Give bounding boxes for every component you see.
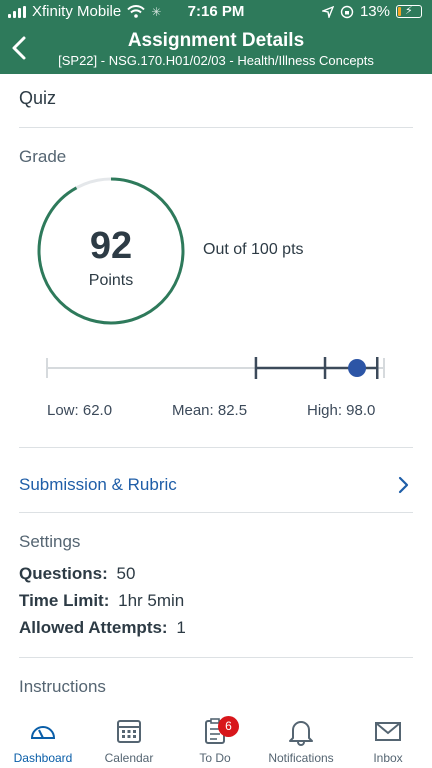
battery-icon: ⚡ — [396, 5, 422, 18]
divider — [19, 512, 413, 513]
grade-distribution-bar — [46, 357, 385, 379]
low-stat: Low: 62.0 — [47, 402, 113, 419]
attempts-row: Allowed Attempts: 1 — [19, 618, 186, 638]
dashboard-icon — [30, 726, 56, 739]
submission-rubric-label: Submission & Rubric — [19, 475, 177, 494]
app-header: Xfinity Mobile ✳ 7:16 PM 13% ⚡ Assignmen… — [0, 0, 432, 74]
time-limit-value: 1hr 5min — [118, 591, 185, 610]
divider — [19, 127, 413, 128]
tab-notifications[interactable]: Notifications — [258, 716, 344, 765]
score-marker — [348, 359, 367, 377]
settings-heading: Settings — [19, 532, 81, 551]
assignment-type-value: Quiz — [19, 88, 57, 108]
tab-todo-label: To Do — [199, 751, 231, 765]
tab-calendar-label: Calendar — [104, 751, 154, 765]
course-subtitle: [SP22] - NSG.170.H01/02/03 - Health/Illn… — [58, 53, 374, 68]
time-limit-label: Time Limit: — [19, 591, 110, 610]
tab-dashboard[interactable]: Dashboard — [0, 716, 86, 765]
questions-value: 50 — [116, 564, 136, 583]
grade-score: 92 — [89, 225, 133, 267]
tab-inbox[interactable]: Inbox — [345, 716, 431, 765]
page-title: Assignment Details — [127, 30, 305, 51]
status-bar: Xfinity Mobile ✳ 7:16 PM 13% ⚡ — [0, 0, 432, 24]
battery-percent: 13% — [359, 3, 390, 20]
submission-rubric-row[interactable]: Submission & Rubric — [0, 448, 432, 512]
divider — [19, 657, 413, 658]
tab-notifications-label: Notifications — [268, 751, 334, 765]
status-right: 13% ⚡ — [321, 3, 422, 20]
chevron-right-icon — [398, 476, 409, 494]
bottom-tab-bar: Dashboard Calendar To Do 6 Notifications — [0, 706, 432, 768]
tab-calendar[interactable]: Calendar — [86, 716, 172, 765]
questions-row: Questions: 50 — [19, 564, 135, 584]
tab-inbox-label: Inbox — [373, 751, 403, 765]
calendar-icon — [117, 720, 141, 743]
tab-dashboard-label: Dashboard — [13, 751, 73, 765]
bell-icon — [289, 721, 313, 746]
time-limit-row: Time Limit: 1hr 5min — [19, 591, 184, 611]
location-arrow-icon — [321, 5, 334, 18]
attempts-value: 1 — [176, 618, 186, 637]
grade-heading: Grade — [19, 147, 67, 166]
todo-count-badge: 6 — [218, 716, 239, 737]
mean-stat: Mean: 82.5 — [172, 402, 248, 419]
grade-unit: Points — [88, 272, 134, 289]
envelope-icon — [375, 722, 401, 741]
orientation-lock-icon — [340, 5, 354, 18]
attempts-label: Allowed Attempts: — [19, 618, 168, 637]
instructions-heading: Instructions — [19, 677, 106, 696]
tab-todo[interactable]: To Do 6 — [172, 716, 258, 765]
high-stat: High: 98.0 — [307, 402, 376, 419]
questions-label: Questions: — [19, 564, 108, 583]
grade-out-of: Out of 100 pts — [203, 241, 304, 258]
